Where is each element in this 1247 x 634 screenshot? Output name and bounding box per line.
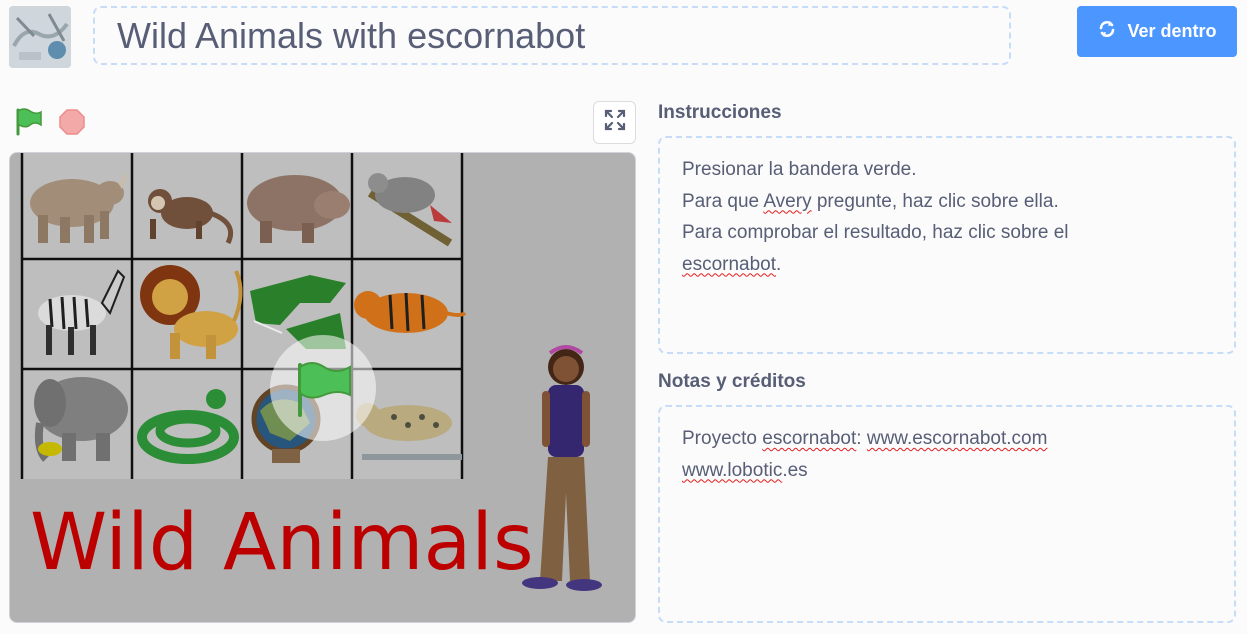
project-title: Wild Animals with escornabot bbox=[117, 14, 586, 56]
fullscreen-icon bbox=[604, 109, 626, 136]
notes-heading: Notas y créditos bbox=[658, 371, 806, 392]
stop-icon[interactable] bbox=[58, 108, 86, 141]
player-controls bbox=[14, 108, 86, 141]
green-flag-icon[interactable] bbox=[14, 108, 44, 141]
project-stage[interactable]: Wild Animals bbox=[9, 152, 636, 623]
fullscreen-button[interactable] bbox=[593, 101, 636, 144]
notes-line-2: www.lobotic.es bbox=[682, 459, 808, 481]
instructions-line-1: Presionar la bandera verde. bbox=[682, 159, 917, 180]
project-thumbnail bbox=[9, 6, 71, 68]
see-inside-button[interactable]: Ver dentro bbox=[1077, 6, 1237, 57]
start-green-flag-overlay[interactable] bbox=[270, 335, 376, 441]
notes-panel[interactable]: Proyecto escornabot: www.escornabot.com … bbox=[658, 405, 1236, 623]
instructions-heading: Instrucciones bbox=[658, 102, 782, 123]
project-title-input[interactable]: Wild Animals with escornabot bbox=[93, 6, 1011, 65]
instructions-line-2: Para que Avery pregunte, haz clic sobre … bbox=[682, 190, 1059, 212]
instructions-line-4: escornabot. bbox=[682, 253, 782, 275]
notes-line-1: Proyecto escornabot: www.escornabot.com bbox=[682, 428, 1048, 449]
refresh-icon bbox=[1097, 19, 1117, 44]
instructions-panel[interactable]: Presionar la bandera verde. Para que Ave… bbox=[658, 136, 1236, 354]
see-inside-label: Ver dentro bbox=[1127, 21, 1217, 41]
instructions-line-3: Para comprobar el resultado, haz clic so… bbox=[682, 222, 1069, 243]
